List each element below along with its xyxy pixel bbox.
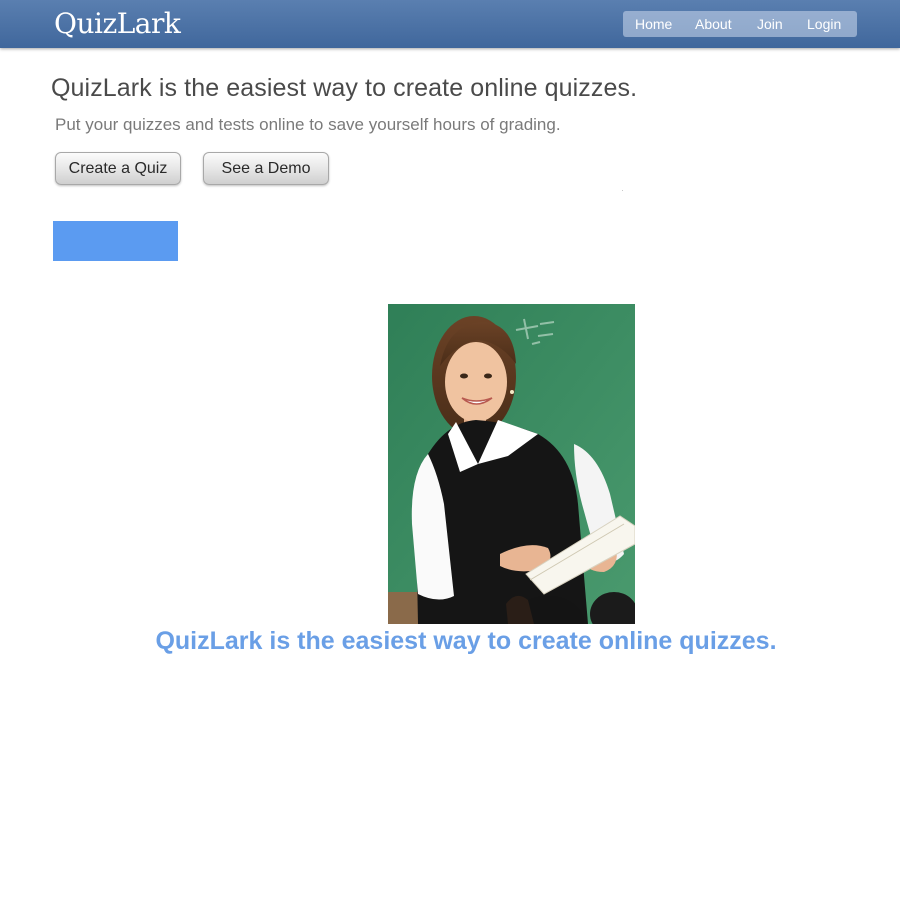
teacher-illustration: [388, 304, 635, 624]
site-logo[interactable]: QuizLark: [54, 8, 181, 40]
see-demo-button[interactable]: See a Demo: [203, 152, 329, 185]
main-nav: Home About Join Login: [623, 11, 857, 37]
teacher-photo: [388, 304, 635, 624]
nav-home-link[interactable]: Home: [635, 15, 672, 33]
top-header: QuizLark Home About Join Login: [0, 0, 900, 48]
nav-join-link[interactable]: Join: [757, 15, 783, 33]
decorative-dot: [622, 190, 623, 191]
create-quiz-button[interactable]: Create a Quiz: [55, 152, 181, 185]
page: QuizLark Home About Join Login QuizLark …: [0, 0, 900, 900]
page-subheadline: Put your quizzes and tests online to sav…: [55, 115, 561, 134]
blue-block[interactable]: [53, 221, 178, 261]
bottom-tagline: QuizLark is the easiest way to create on…: [155, 627, 777, 655]
nav-login-link[interactable]: Login: [807, 15, 841, 33]
page-headline: QuizLark is the easiest way to create on…: [51, 74, 638, 102]
nav-about-link[interactable]: About: [695, 15, 732, 33]
